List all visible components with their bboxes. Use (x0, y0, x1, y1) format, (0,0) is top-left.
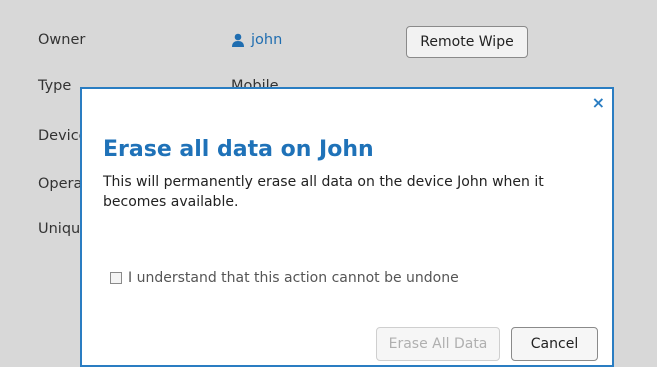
erase-all-data-button[interactable]: Erase All Data (376, 327, 500, 361)
dialog-message: This will permanently erase all data on … (103, 174, 544, 210)
remote-wipe-button[interactable]: Remote Wipe (406, 26, 528, 58)
cancel-button[interactable]: Cancel (511, 327, 598, 361)
dialog-title: Erase all data on John (103, 137, 374, 162)
confirm-checkbox-row[interactable]: I understand that this action cannot be … (110, 270, 459, 286)
owner-value[interactable]: john (231, 32, 282, 48)
owner-name[interactable]: john (251, 32, 282, 48)
close-icon[interactable]: × (592, 95, 605, 111)
confirm-checkbox-label[interactable]: I understand that this action cannot be … (128, 270, 459, 286)
owner-label: Owner (38, 32, 86, 48)
user-icon (232, 33, 244, 47)
confirm-checkbox[interactable] (110, 272, 122, 284)
type-label: Type (38, 78, 72, 94)
erase-data-dialog: × Erase all data on John This will perma… (80, 87, 614, 367)
